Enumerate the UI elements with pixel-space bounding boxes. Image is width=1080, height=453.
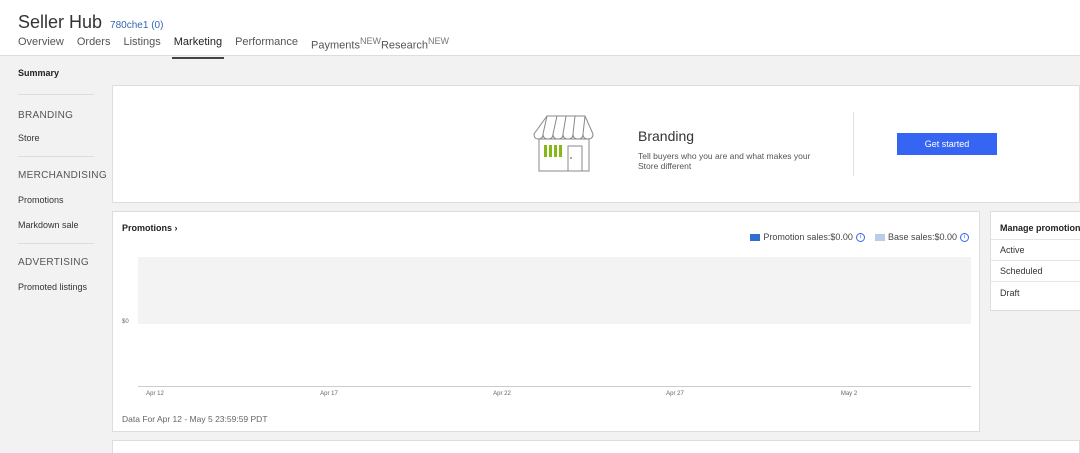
tab-label: Marketing (173, 36, 223, 48)
divider (853, 112, 854, 176)
promotions-link[interactable]: Promotions › (122, 223, 178, 233)
tab-marketing[interactable]: Marketing (171, 36, 225, 59)
top-header: Seller Hub 780che1 (0) Overview Orders L… (0, 0, 1080, 59)
x-tick-label: Apr 22 (493, 391, 511, 397)
new-badge: NEW (359, 36, 381, 46)
page-title: Seller Hub (18, 12, 103, 32)
info-icon[interactable]: i (855, 232, 865, 242)
storefront-icon (533, 115, 594, 172)
sidebar-item-promotions[interactable]: Promotions (18, 195, 64, 205)
x-axis (138, 386, 971, 387)
sidebar-item-markdown-sale[interactable]: Markdown sale (18, 220, 79, 230)
new-badge: NEW (428, 36, 450, 46)
sidebar-heading-branding: BRANDING (18, 110, 74, 121)
sidebar-item-promoted-listings[interactable]: Promoted listings (18, 282, 87, 292)
branding-card: Branding Tell buyers who you are and wha… (112, 85, 1080, 203)
data-range-text: Data For Apr 12 - May 5 23:59:59 PDT (122, 414, 268, 424)
main-nav: Overview Orders Listings Marketing Perfo… (18, 36, 462, 59)
info-icon[interactable]: i (960, 232, 969, 242)
tab-listings[interactable]: Listings (123, 36, 160, 56)
tab-performance[interactable]: Performance (235, 36, 298, 56)
sidebar: Summary BRANDING Store MERCHANDISING Pro… (0, 56, 108, 453)
sidebar-divider (18, 156, 94, 157)
chevron-right-icon: › (174, 223, 178, 233)
legend-swatch (874, 233, 885, 241)
legend-label: Promotion sales:$0.00 (763, 232, 853, 242)
manage-promotions-card: Manage promotions Active Scheduled Draft (990, 211, 1080, 311)
get-started-button[interactable]: Get started (897, 133, 997, 155)
promotions-card: Promotions › Promotion sales:$0.00 i Bas… (112, 211, 980, 432)
sidebar-divider (18, 94, 94, 95)
x-tick-label: Apr 27 (666, 391, 684, 397)
sidebar-heading-merchandising: MERCHANDISING (18, 170, 107, 181)
legend-label: Base sales:$0.00 (887, 232, 957, 242)
x-tick-label: May 2 (840, 391, 858, 397)
legend-swatch (750, 233, 761, 241)
tab-overview[interactable]: Overview (18, 36, 64, 56)
manage-item-draft[interactable]: Draft (1000, 288, 1020, 298)
promotions-title: Promotions (122, 223, 173, 233)
tab-label: Orders (76, 36, 111, 48)
divider (991, 260, 1080, 261)
tab-orders[interactable]: Orders (77, 36, 111, 56)
tab-label: Performance (235, 36, 299, 48)
manage-item-scheduled[interactable]: Scheduled (1000, 266, 1043, 276)
branding-title: Branding (638, 128, 695, 144)
tab-label: Payments (311, 39, 360, 52)
legend-promotion-sales: Promotion sales:$0.00 i (750, 232, 865, 242)
branding-description: Tell buyers who you are and what makes y… (638, 151, 811, 171)
tab-label: Listings (123, 36, 161, 48)
brand: Seller Hub 780che1 (0) (18, 12, 163, 33)
x-tick-label: Apr 12 (146, 391, 164, 397)
divider (991, 281, 1080, 282)
sidebar-item-summary[interactable]: Summary (18, 68, 59, 78)
next-card (112, 440, 1080, 453)
legend-base-sales: Base sales:$0.00 i (874, 232, 969, 242)
chart-legend: Promotion sales:$0.00 i Base sales:$0.00… (740, 232, 969, 242)
sidebar-divider (18, 243, 94, 244)
divider (991, 239, 1080, 240)
manage-item-active[interactable]: Active (1000, 245, 1025, 255)
tab-label: Research (380, 39, 429, 52)
chart-plot-area (138, 257, 971, 324)
tab-label: Overview (18, 36, 64, 48)
y-tick-label: $0 (122, 319, 129, 325)
tab-research[interactable]: ResearchNEW (381, 36, 449, 56)
tab-payments[interactable]: PaymentsNEW (311, 36, 381, 56)
user-link[interactable]: 780che1 (0) (110, 20, 163, 31)
sidebar-heading-advertising: ADVERTISING (18, 257, 89, 268)
manage-promotions-title: Manage promotions (1000, 223, 1080, 233)
x-tick-label: Apr 17 (320, 391, 338, 397)
sidebar-item-store[interactable]: Store (18, 133, 40, 143)
